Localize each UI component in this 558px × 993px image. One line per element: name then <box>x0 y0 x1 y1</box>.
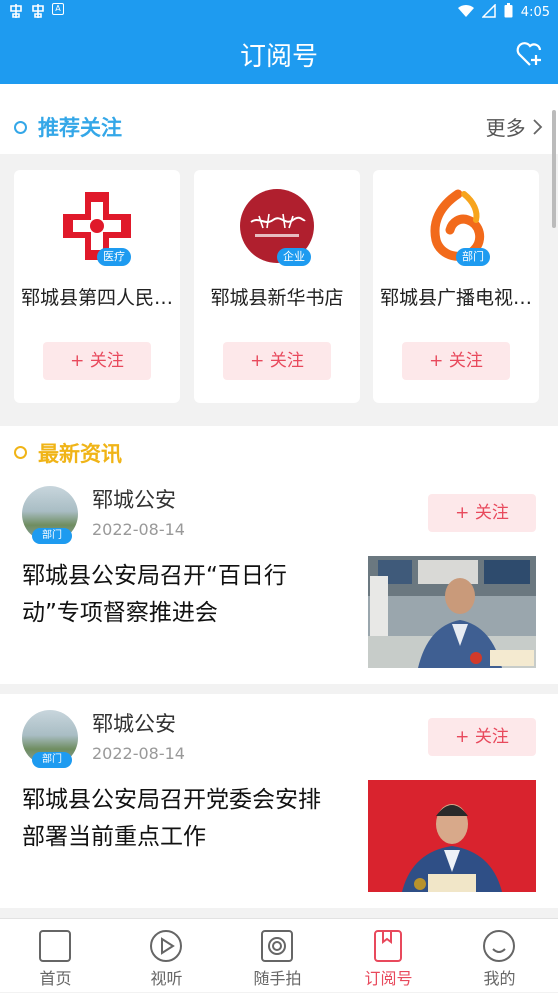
wifi-icon <box>457 4 474 22</box>
scrollbar[interactable] <box>552 110 556 228</box>
tab-label: 首页 <box>39 969 72 988</box>
tab-media[interactable]: 视听 <box>111 919 222 993</box>
status-bar: A 4:05 <box>0 0 558 24</box>
app-icon: A <box>52 3 64 15</box>
news-headline[interactable]: 郓城县公安局召开党委会安排部署当前重点工作 <box>22 782 332 856</box>
favorite-add-icon[interactable] <box>514 38 546 70</box>
recommend-card[interactable]: 部门 郓城县广播电视… + 关注 <box>373 170 539 403</box>
recommend-card[interactable]: 医疗 郓城县第四人民… + 关注 <box>14 170 180 403</box>
news-headline[interactable]: 郓城县公安局召开“百日行动”专项督察推进会 <box>22 558 332 632</box>
battery-icon <box>504 3 513 22</box>
category-badge: 企业 <box>277 248 311 266</box>
tab-label: 随手拍 <box>253 969 302 988</box>
category-badge: 医疗 <box>97 248 131 266</box>
section-title: 推荐关注 <box>38 116 122 140</box>
account-name: 郓城县广播电视… <box>379 287 532 309</box>
more-link[interactable]: 更多 <box>486 112 544 141</box>
page-title: 订阅号 <box>239 42 318 72</box>
recommend-header: 推荐关注 更多 <box>0 84 558 154</box>
latest-header: 最新资讯 <box>0 426 558 474</box>
news-item[interactable]: 部门 郓城公安 2022-08-14 + 关注 郓城县公安局召开党委会安排部署当… <box>0 694 558 908</box>
author-name[interactable]: 郓城公安 <box>92 708 176 738</box>
category-badge: 部门 <box>32 752 72 768</box>
status-time: 4:05 <box>520 5 550 20</box>
chevron-right-icon <box>533 119 543 135</box>
camera-icon <box>260 929 294 963</box>
section-title: 最新资讯 <box>38 442 122 466</box>
follow-button[interactable]: + 关注 <box>223 342 331 380</box>
publish-date: 2022-08-14 <box>92 520 185 539</box>
bookmark-icon <box>371 929 405 963</box>
publish-date: 2022-08-14 <box>92 744 185 763</box>
tab-home[interactable]: 首页 <box>0 919 111 993</box>
tab-label: 视听 <box>150 969 183 988</box>
account-name: 郓城县新华书店 <box>210 287 344 309</box>
more-label: 更多 <box>485 116 526 140</box>
category-badge: 部门 <box>456 248 490 266</box>
bottom-tab-bar: 首页 视听 随手拍 订阅号 我的 <box>0 918 558 992</box>
follow-button[interactable]: + 关注 <box>428 494 536 532</box>
follow-button[interactable]: + 关注 <box>428 718 536 756</box>
recommend-section: 推荐关注 更多 医疗 郓城县第四人民… + 关注 企业 郓城县新华书店 + 关注… <box>0 84 558 418</box>
signal-icon <box>480 2 496 22</box>
follow-button[interactable]: + 关注 <box>402 342 510 380</box>
category-badge: 部门 <box>32 528 72 544</box>
author-name[interactable]: 郓城公安 <box>92 484 176 514</box>
section-dot-icon <box>14 121 27 134</box>
app-header: 订阅号 <box>0 24 558 84</box>
tab-profile[interactable]: 我的 <box>444 919 555 993</box>
play-icon <box>149 929 183 963</box>
tab-snapshot[interactable]: 随手拍 <box>222 919 333 993</box>
news-thumbnail[interactable] <box>368 556 536 668</box>
follow-button[interactable]: + 关注 <box>43 342 151 380</box>
tab-label: 我的 <box>483 969 516 988</box>
tab-label: 订阅号 <box>364 969 413 988</box>
recommend-card[interactable]: 企业 郓城县新华书店 + 关注 <box>194 170 360 403</box>
home-icon <box>38 929 72 963</box>
news-thumbnail[interactable] <box>368 780 536 892</box>
tab-subscriptions[interactable]: 订阅号 <box>333 919 444 993</box>
account-name: 郓城县第四人民… <box>20 287 173 309</box>
notification-icon <box>30 3 46 23</box>
notification-icon <box>8 3 24 23</box>
profile-icon <box>482 929 516 963</box>
section-dot-icon <box>14 446 27 459</box>
news-item[interactable]: 部门 郓城公安 2022-08-14 + 关注 郓城县公安局召开“百日行动”专项… <box>0 470 558 684</box>
